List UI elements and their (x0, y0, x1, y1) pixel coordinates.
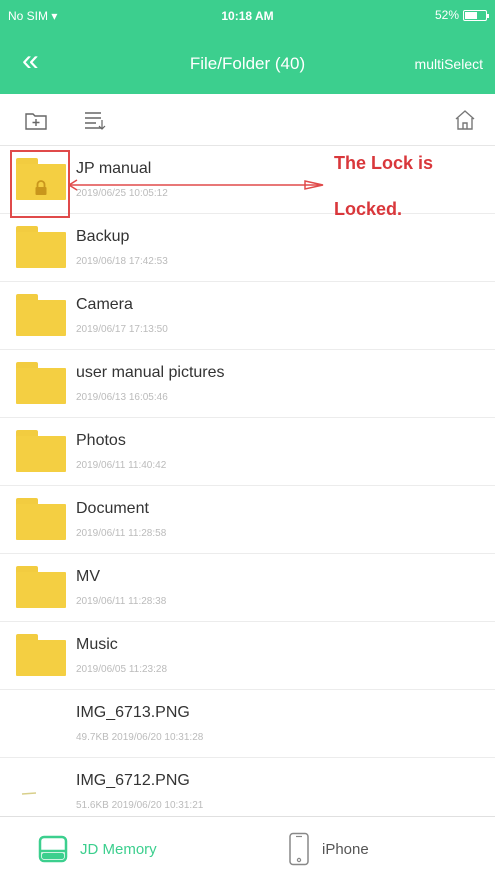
tab-iphone-label: iPhone (322, 840, 369, 858)
home-icon[interactable] (453, 109, 477, 131)
list-item[interactable]: IMG_6713.PNG 49.7KB 2019/06/20 10:31:28 (0, 690, 495, 758)
item-name: IMG_6712.PNG (76, 772, 190, 789)
item-name: Camera (76, 296, 133, 313)
list-item[interactable]: IMG_6712.PNG 51.6KB 2019/06/20 10:31:21 (0, 758, 495, 816)
multiselect-button[interactable]: multiSelect (415, 56, 483, 72)
jd-memory-icon (38, 835, 68, 863)
lock-icon (33, 180, 49, 196)
status-battery-text: 52% (434, 8, 459, 22)
toolbar (0, 94, 495, 146)
item-date: 2019/06/13 16:05:46 (76, 392, 168, 403)
status-bar: No SIM ▾ 10:18 AM 52% (0, 0, 495, 32)
battery-icon (463, 9, 489, 21)
list-item[interactable]: Backup 2019/06/18 17:42:53 (0, 214, 495, 282)
item-date: 2019/06/17 17:13:50 (76, 324, 168, 335)
item-date: 49.7KB 2019/06/20 10:31:28 (76, 732, 204, 743)
folder-icon (16, 430, 66, 474)
list-item[interactable]: MV 2019/06/11 11:28:38 (0, 554, 495, 622)
list-item[interactable]: Music 2019/06/05 11:23:28 (0, 622, 495, 690)
image-thumbnail (16, 702, 66, 746)
item-name: Document (76, 500, 149, 517)
annotation-arrow (68, 179, 324, 191)
annotation-line2: Locked. (334, 199, 403, 219)
folder-icon (16, 634, 66, 678)
tab-jd-memory[interactable]: JD Memory (38, 817, 157, 880)
tab-iphone[interactable]: iPhone (288, 817, 369, 880)
nav-bar: « File/Folder (40) multiSelect (0, 32, 495, 94)
folder-icon (16, 498, 66, 542)
list-item[interactable]: user manual pictures 2019/06/13 16:05:46 (0, 350, 495, 418)
tab-jd-memory-label: JD Memory (80, 840, 157, 858)
item-date: 2019/06/11 11:28:38 (76, 596, 167, 607)
item-date: 2019/06/18 17:42:53 (76, 256, 168, 267)
item-date: 2019/06/05 11:23:28 (76, 664, 168, 675)
tab-bar: JD Memory iPhone (0, 816, 495, 880)
item-name: Photos (76, 432, 126, 449)
item-date: 51.6KB 2019/06/20 10:31:21 (76, 800, 204, 811)
image-thumbnail (16, 770, 66, 814)
folder-icon (16, 294, 66, 338)
iphone-icon (289, 832, 309, 866)
item-date: 2019/06/11 11:28:58 (76, 528, 167, 539)
status-right: 52% (434, 8, 489, 22)
folder-icon (16, 226, 66, 270)
file-list: JP manual 2019/06/25 10:05:12 Backup 201… (0, 146, 495, 816)
item-name: IMG_6713.PNG (76, 704, 190, 721)
new-folder-icon[interactable] (24, 109, 48, 131)
sort-icon[interactable] (82, 109, 106, 131)
item-name: MV (76, 568, 100, 585)
item-name: Music (76, 636, 118, 653)
item-date: 2019/06/11 11:40:42 (76, 460, 167, 471)
annotation-line1: The Lock is (334, 153, 434, 173)
item-name: Backup (76, 228, 130, 245)
item-name: user manual pictures (76, 364, 225, 381)
folder-icon (16, 566, 66, 610)
list-item[interactable]: Camera 2019/06/17 17:13:50 (0, 282, 495, 350)
list-item[interactable]: Photos 2019/06/11 11:40:42 (0, 418, 495, 486)
status-time: 10:18 AM (221, 9, 274, 23)
folder-icon (16, 362, 66, 406)
list-item[interactable]: Document 2019/06/11 11:28:58 (0, 486, 495, 554)
